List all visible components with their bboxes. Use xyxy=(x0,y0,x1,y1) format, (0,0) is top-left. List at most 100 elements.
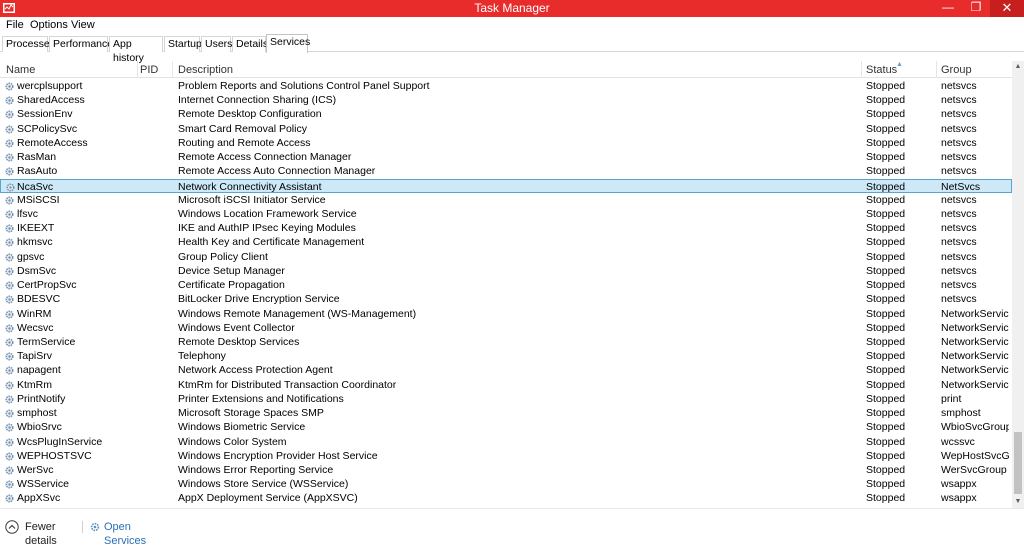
table-row[interactable]: WbioSrvc Windows Biometric Service Stopped… xyxy=(0,420,1012,434)
table-row[interactable]: WcsPlugInService Windows Color System Stop… xyxy=(0,435,1012,449)
cell-name: smphost xyxy=(17,407,57,420)
table-row[interactable]: KtmRm KtmRm for Distributed Transaction C… xyxy=(0,378,1012,392)
column-status[interactable]: Status xyxy=(866,64,897,77)
table-row[interactable]: PrintNotify Printer Extensions and Notifi… xyxy=(0,392,1012,406)
cell-description: Microsoft iSCSI Initiator Service xyxy=(178,193,326,206)
gear-icon xyxy=(5,452,14,461)
cell-group: netsvcs xyxy=(941,108,977,121)
table-row[interactable]: MSiSCSI Microsoft iSCSI Initiator Service… xyxy=(0,193,1012,207)
cell-name: WcsPlugInService xyxy=(17,435,103,448)
minimize-button[interactable]: — xyxy=(935,0,961,17)
scroll-thumb[interactable] xyxy=(1014,432,1022,494)
cell-name: SharedAccess xyxy=(17,94,85,107)
cell-group: netsvcs xyxy=(941,122,977,135)
table-row[interactable]: SharedAccess Internet Connection Sharing … xyxy=(0,93,1012,107)
tab-startup[interactable]: Startup xyxy=(164,36,202,52)
tab-app-history[interactable]: App history xyxy=(109,36,163,64)
cell-status: Stopped xyxy=(866,478,906,491)
cell-name: BDESVC xyxy=(17,293,61,306)
tab-processes[interactable]: Processes xyxy=(2,36,55,52)
table-row[interactable]: IKEEXT IKE and AuthIP IPsec Keying Module… xyxy=(0,221,1012,235)
table-row[interactable]: hkmsvc Health Key and Certificate Managem… xyxy=(0,235,1012,249)
cell-name: WbioSrvc xyxy=(17,421,62,434)
table-row[interactable]: NcaSvc Network Connectivity Assistant Stop… xyxy=(0,178,1012,193)
tab-details[interactable]: Details xyxy=(232,36,268,52)
cell-description: Telephony xyxy=(178,350,226,363)
cell-group: NetworkService xyxy=(941,307,1009,320)
column-group[interactable]: Group xyxy=(941,64,972,77)
cell-description: BitLocker Drive Encryption Service xyxy=(178,293,340,306)
cell-group: NetworkService xyxy=(941,321,1009,334)
cell-group: print xyxy=(941,392,962,405)
table-row[interactable]: RasAuto Remote Access Auto Connection Man… xyxy=(0,164,1012,178)
table-row[interactable]: WEPHOSTSVC Windows Encryption Provider Ho… xyxy=(0,449,1012,463)
menu-view[interactable]: View xyxy=(71,18,95,32)
table-row[interactable]: RasMan Remote Access Connection Manager St… xyxy=(0,150,1012,164)
cell-name: gpsvc xyxy=(17,250,45,263)
menu-file[interactable]: File xyxy=(6,18,24,32)
fewer-details-button[interactable]: Fewer details xyxy=(5,519,77,545)
table-row[interactable]: smphost Microsoft Storage Spaces SMP Stopp… xyxy=(0,406,1012,420)
table-row[interactable]: RemoteAccess Routing and Remote Access Sto… xyxy=(0,136,1012,150)
cell-status: Stopped xyxy=(866,165,906,178)
table-row[interactable]: TapiSrv Telephony Stopped NetworkService xyxy=(0,349,1012,363)
tab-performance[interactable]: Performance xyxy=(49,36,113,52)
table-row[interactable]: BDESVC BitLocker Drive Encryption Service… xyxy=(0,292,1012,306)
close-button[interactable]: ✕ xyxy=(990,0,1024,17)
table-row[interactable]: WSService Windows Store Service (WSServic… xyxy=(0,477,1012,491)
cell-name: AppXSvc xyxy=(17,492,61,505)
scroll-up-arrow-icon[interactable]: ▲ xyxy=(1012,61,1024,73)
column-divider[interactable] xyxy=(936,61,937,78)
tab-services[interactable]: Services xyxy=(266,34,310,53)
cell-group: netsvcs xyxy=(941,222,977,235)
table-row[interactable]: SessionEnv Remote Desktop Configuration St… xyxy=(0,107,1012,121)
column-divider[interactable] xyxy=(137,61,138,78)
cell-description: Windows Color System xyxy=(178,435,287,448)
table-row[interactable]: AppXSvc AppX Deployment Service (AppXSVC)… xyxy=(0,491,1012,505)
footer-bar: Fewer details Open Services xyxy=(0,508,1024,545)
gear-icon xyxy=(5,167,14,176)
table-row[interactable]: Wecsvc Windows Event Collector Stopped Netw… xyxy=(0,321,1012,335)
cell-group: netsvcs xyxy=(941,94,977,107)
cell-status: Stopped xyxy=(866,392,906,405)
cell-group: netsvcs xyxy=(941,165,977,178)
column-divider[interactable] xyxy=(861,61,862,78)
cell-name: TermService xyxy=(17,335,76,348)
tab-users[interactable]: Users xyxy=(201,36,232,52)
table-row[interactable]: WerSvc Windows Error Reporting Service Sto… xyxy=(0,463,1012,477)
cell-status: Stopped xyxy=(866,108,906,121)
gear-icon xyxy=(5,381,14,390)
cell-description: Windows Remote Management (WS-Management… xyxy=(178,307,417,320)
title-bar[interactable]: Task Manager — ❐ ✕ xyxy=(0,0,1024,17)
table-row[interactable]: wercplsupport Problem Reports and Solutio… xyxy=(0,79,1012,93)
vertical-scrollbar[interactable]: ▲ ▼ xyxy=(1012,61,1024,508)
services-list: wercplsupport Problem Reports and Solutio… xyxy=(0,79,1012,507)
open-services-link[interactable]: Open Services xyxy=(89,519,164,545)
cell-name: PrintNotify xyxy=(17,392,66,405)
cell-description: KtmRm for Distributed Transaction Coordi… xyxy=(178,378,397,391)
table-row[interactable]: napagent Network Access Protection Agent S… xyxy=(0,363,1012,377)
cell-status: Stopped xyxy=(866,264,906,277)
column-divider[interactable] xyxy=(172,61,173,78)
fewer-details-label: Fewer details xyxy=(25,521,57,545)
table-row[interactable]: WinRM Windows Remote Management (WS-Manag… xyxy=(0,307,1012,321)
cell-description: Windows Location Framework Service xyxy=(178,207,357,220)
menu-options[interactable]: Options xyxy=(30,18,68,32)
cell-group: netsvcs xyxy=(941,151,977,164)
cell-status: Stopped xyxy=(866,80,906,92)
gear-icon xyxy=(5,295,14,304)
gear-icon xyxy=(5,125,14,134)
cell-description: AppX Deployment Service (AppXSVC) xyxy=(178,492,358,505)
table-row[interactable]: lfsvc Windows Location Framework Service S… xyxy=(0,207,1012,221)
scroll-down-arrow-icon[interactable]: ▼ xyxy=(1012,496,1024,508)
table-row[interactable]: TermService Remote Desktop Services Stoppe… xyxy=(0,335,1012,349)
column-pid[interactable]: PID xyxy=(140,64,158,77)
table-row[interactable]: SCPolicySvc Smart Card Removal Policy Stop… xyxy=(0,122,1012,136)
column-description[interactable]: Description xyxy=(178,64,233,77)
table-row[interactable]: CertPropSvc Certificate Propagation Stoppe… xyxy=(0,278,1012,292)
column-name[interactable]: Name xyxy=(6,64,35,77)
table-row[interactable]: gpsvc Group Policy Client Stopped netsvcs xyxy=(0,250,1012,264)
restore-button[interactable]: ❐ xyxy=(963,0,989,17)
cell-status: Stopped xyxy=(866,293,906,306)
table-row[interactable]: DsmSvc Device Setup Manager Stopped netsvcs xyxy=(0,264,1012,278)
